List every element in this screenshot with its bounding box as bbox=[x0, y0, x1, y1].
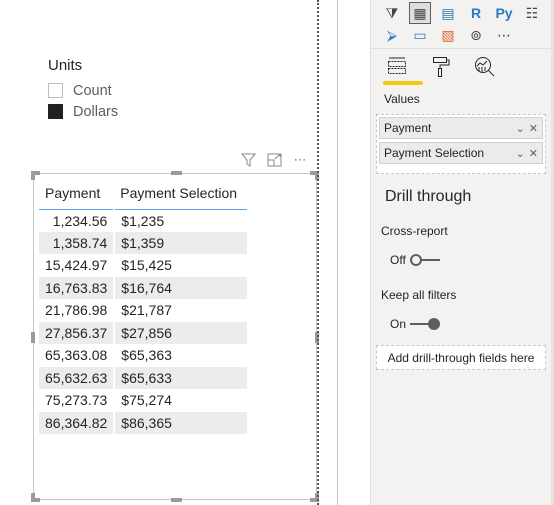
cell-payment-selection: $86,365 bbox=[114, 411, 248, 434]
slicer-item-label: Dollars bbox=[73, 103, 119, 120]
cell-payment: 65,632.63 bbox=[39, 366, 116, 389]
table-row[interactable]: 15,424.97 $15,425 bbox=[39, 254, 247, 277]
cell-payment-selection: $75,274 bbox=[121, 392, 172, 409]
qa-visual-icon[interactable]: ▭ bbox=[409, 24, 431, 46]
cell-payment-selection: $21,787 bbox=[121, 302, 172, 319]
table-row[interactable]: 16,763.83 $16,764 bbox=[39, 276, 248, 299]
column-header-payment-selection[interactable]: Payment Selection bbox=[114, 178, 248, 210]
decomposition-tree-icon[interactable]: ⮚ bbox=[381, 24, 403, 46]
toggle-switch-off[interactable] bbox=[409, 254, 440, 266]
table-visual[interactable]: Payment Payment Selection 1,234.56 $1,235… bbox=[31, 171, 319, 502]
toggle-switch-on[interactable] bbox=[410, 318, 441, 330]
keep-filters-label: Keep all filters bbox=[381, 288, 457, 302]
more-options-icon[interactable]: ⋯ bbox=[292, 152, 308, 168]
cell-payment-selection: $65,363 bbox=[121, 347, 172, 364]
active-tab-indicator bbox=[383, 81, 423, 85]
table-row[interactable]: 27,856.37 $27,856 bbox=[39, 321, 248, 344]
chevron-down-icon[interactable]: ⌄ bbox=[516, 122, 525, 135]
filter-icon[interactable] bbox=[240, 152, 256, 168]
cell-payment-selection: $16,764 bbox=[114, 276, 248, 299]
toggle-state-label: On bbox=[390, 317, 407, 331]
resize-handle[interactable] bbox=[31, 171, 35, 180]
report-canvas[interactable]: Units Count Dollars ⋯ Payment Payment Se… bbox=[0, 0, 320, 505]
fields-tab[interactable] bbox=[383, 53, 411, 81]
field-pill-payment[interactable]: Payment ⌄ ✕ bbox=[379, 117, 543, 139]
cell-payment: 16,763.83 bbox=[39, 276, 116, 299]
r-visual-icon[interactable]: R bbox=[465, 2, 487, 24]
canvas-boundary bbox=[317, 0, 319, 505]
cell-payment: 27,856.37 bbox=[39, 321, 116, 344]
table-row[interactable]: 86,364.82 $86,365 bbox=[39, 411, 248, 434]
divider bbox=[371, 48, 552, 49]
cross-report-label: Cross-report bbox=[381, 224, 448, 238]
key-influencers-icon[interactable]: ☷ bbox=[521, 2, 543, 24]
power-apps-icon[interactable]: ⊚ bbox=[465, 24, 487, 46]
pane-divider bbox=[337, 0, 338, 505]
resize-handle-top[interactable] bbox=[171, 171, 182, 175]
cell-payment: 65,363.08 bbox=[39, 344, 116, 367]
cell-payment-selection: $1,359 bbox=[114, 231, 248, 254]
table-visual-icon[interactable]: ▦ bbox=[409, 2, 431, 24]
analytics-tab[interactable] bbox=[471, 53, 499, 81]
slicer-title: Units bbox=[48, 57, 83, 74]
remove-field-icon[interactable]: ✕ bbox=[529, 147, 538, 160]
paint-roller-icon bbox=[433, 57, 450, 77]
visual-gallery: ⧩ ▦ ▤ R Py ☷ ⮚ ▭ ▧ ⊚ ⋯ bbox=[381, 2, 547, 46]
data-table: Payment Payment Selection 1,234.56 $1,235… bbox=[39, 178, 248, 434]
visualizations-pane: ⧩ ▦ ▤ R Py ☷ ⮚ ▭ ▧ ⊚ ⋯ Values Payment ⌄ ✕ Payment … bbox=[370, 0, 554, 505]
table-row[interactable]: 65,632.63 $65,633 bbox=[39, 366, 248, 389]
units-slicer[interactable]: Units Count Dollars bbox=[48, 57, 118, 122]
fields-icon bbox=[388, 57, 406, 74]
cross-report-toggle[interactable]: Off bbox=[390, 253, 440, 267]
analytics-icon bbox=[475, 57, 495, 77]
column-header-payment[interactable]: Payment bbox=[39, 178, 115, 210]
table-row[interactable]: 65,363.08 $65,363 bbox=[39, 344, 247, 367]
cell-payment: 15,424.97 bbox=[39, 254, 116, 277]
cell-payment-selection: $15,425 bbox=[121, 257, 172, 274]
drill-through-title: Drill through bbox=[385, 188, 472, 205]
slicer-item-dollars[interactable]: Dollars bbox=[48, 101, 118, 122]
cell-payment: 75,273.73 bbox=[39, 389, 116, 412]
resize-handle-bottom[interactable] bbox=[171, 498, 182, 502]
drill-through-drop-zone[interactable]: Add drill-through fields here bbox=[376, 345, 546, 370]
pane-tabs bbox=[383, 53, 499, 81]
cell-payment-selection: $65,633 bbox=[114, 366, 248, 389]
remove-field-icon[interactable]: ✕ bbox=[529, 122, 538, 135]
table-row[interactable]: 1,358.74 $1,359 bbox=[39, 231, 248, 254]
slicer-visual-icon[interactable]: ⧩ bbox=[381, 2, 403, 24]
checkbox-dollars[interactable] bbox=[48, 104, 63, 119]
slicer-item-count[interactable]: Count bbox=[48, 80, 118, 101]
python-visual-icon[interactable]: Py bbox=[493, 2, 515, 24]
matrix-visual-icon[interactable]: ▤ bbox=[437, 2, 459, 24]
focus-mode-icon[interactable] bbox=[266, 152, 282, 168]
slicer-item-label: Count bbox=[73, 82, 112, 99]
table-header-row: Payment Payment Selection bbox=[39, 178, 248, 210]
toggle-state-label: Off bbox=[390, 253, 406, 267]
resize-handle-left[interactable] bbox=[31, 332, 35, 343]
cell-payment-selection: $1,235 bbox=[121, 212, 165, 229]
field-pill-payment-selection[interactable]: Payment Selection ⌄ ✕ bbox=[379, 142, 543, 164]
cell-payment: 1,234.56 bbox=[39, 209, 116, 232]
field-label: Payment Selection bbox=[384, 146, 485, 160]
cell-payment: 86,364.82 bbox=[39, 411, 116, 434]
power-bi-report-view: Units Count Dollars ⋯ Payment Payment Se… bbox=[0, 0, 554, 505]
keep-filters-toggle[interactable]: On bbox=[390, 317, 441, 331]
checkbox-count[interactable] bbox=[48, 83, 63, 98]
format-tab[interactable] bbox=[427, 53, 455, 81]
more-visuals-icon[interactable]: ⋯ bbox=[493, 24, 515, 46]
cell-payment: 21,786.98 bbox=[39, 299, 116, 322]
cell-payment: 1,358.74 bbox=[39, 231, 116, 254]
values-well[interactable]: Payment ⌄ ✕ Payment Selection ⌄ ✕ bbox=[376, 114, 546, 174]
resize-handle[interactable] bbox=[31, 493, 35, 502]
cell-payment-selection: $27,856 bbox=[114, 321, 248, 344]
table-row[interactable]: 21,786.98 $21,787 bbox=[39, 299, 247, 322]
arcgis-map-icon[interactable]: ▧ bbox=[437, 24, 459, 46]
table-row[interactable]: 75,273.73 $75,274 bbox=[39, 389, 247, 412]
table-row[interactable]: 1,234.56 $1,235 bbox=[39, 209, 247, 232]
field-label: Payment bbox=[384, 121, 432, 135]
values-label: Values bbox=[384, 92, 420, 106]
chevron-down-icon[interactable]: ⌄ bbox=[516, 147, 525, 160]
visual-header: ⋯ bbox=[240, 152, 308, 168]
